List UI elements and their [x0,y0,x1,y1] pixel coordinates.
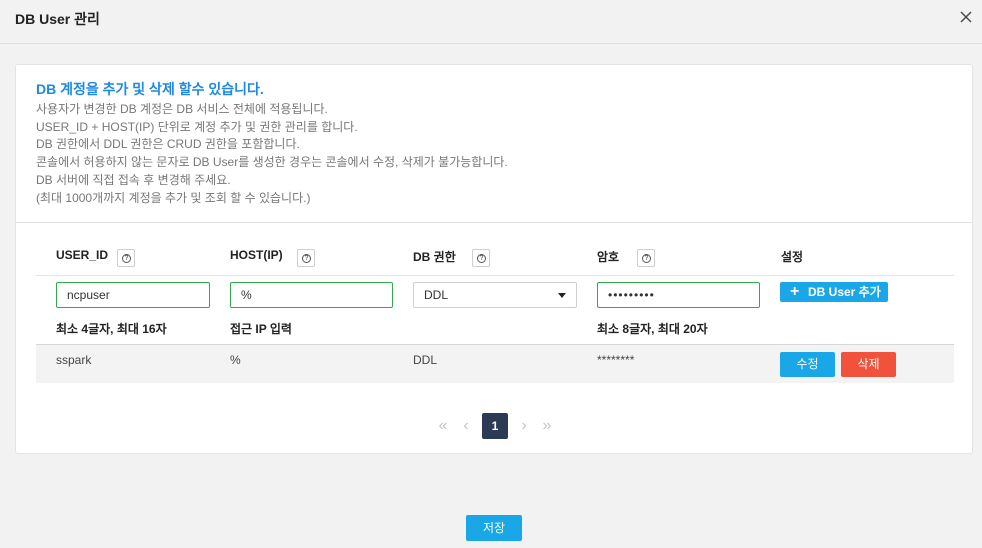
plus-icon: + [790,283,800,300]
header-host: HOST(IP) [230,248,283,262]
edit-button[interactable]: 수정 [780,352,835,377]
row-user-id: sspark [56,353,92,367]
help-glyph: ? [302,254,311,263]
first-page-icon[interactable]: « [436,413,450,439]
notice-line: 콘솔에서 허용하지 않는 문자로 DB User를 생성한 경우는 콘솔에서 수… [36,155,508,170]
row-host: % [230,353,241,367]
notice-line: DB 권한에서 DDL 권한은 CRUD 권한을 포함합니다. [36,137,300,152]
help-icon[interactable]: ? [117,249,135,267]
delete-button[interactable]: 삭제 [841,352,896,377]
help-glyph: ? [642,254,651,263]
add-db-user-button[interactable]: + DB User 추가 [780,282,888,302]
header-settings: 설정 [781,250,804,264]
close-icon[interactable] [958,9,974,25]
user-id-hint: 최소 4글자, 최대 16자 [56,322,167,336]
header-password: 암호 [597,250,620,264]
notice-section: DB 계정을 추가 및 삭제 할수 있습니다. 사용자가 변경한 DB 계정은 … [16,65,972,223]
password-input[interactable]: ••••••••• [597,282,760,308]
notice-line: (최대 1000개까지 계정을 추가 및 조회 할 수 있습니다.) [36,190,311,205]
header-privilege: DB 권한 [413,250,456,264]
help-icon[interactable]: ? [297,249,315,267]
notice-line: USER_ID + HOST(IP) 단위로 계정 추가 및 권한 관리를 합니… [36,119,358,134]
add-db-user-label: DB User 추가 [808,285,881,299]
row-password: ******** [597,353,635,367]
row-privilege: DDL [413,353,438,367]
page-1-button[interactable]: 1 [482,413,508,439]
modal-header: DB User 관리 [0,0,982,44]
privilege-select[interactable]: DDL [413,282,577,308]
password-hint: 최소 8글자, 최대 20자 [597,322,708,336]
help-glyph: ? [122,254,131,263]
header-divider [36,275,954,276]
help-glyph: ? [477,254,486,263]
last-page-icon[interactable]: » [540,413,554,439]
notice-title: DB 계정을 추가 및 삭제 할수 있습니다. [36,81,264,97]
help-icon[interactable]: ? [472,249,490,267]
next-page-icon[interactable]: › [517,413,531,439]
notice-lines: 사용자가 변경한 DB 계정은 DB 서비스 전체에 적용됩니다. USER_I… [36,101,508,207]
db-user-card: DB 계정을 추가 및 삭제 할수 있습니다. 사용자가 변경한 DB 계정은 … [15,64,973,454]
privilege-select-value: DDL [424,288,449,302]
user-id-input[interactable]: ncpuser [56,282,210,308]
help-icon[interactable]: ? [637,249,655,267]
notice-line: 사용자가 변경한 DB 계정은 DB 서비스 전체에 적용됩니다. [36,102,328,116]
chevron-down-icon [558,293,566,298]
notice-line: DB 서버에 직접 접속 후 변경해 주세요. [36,172,231,187]
save-button[interactable]: 저장 [466,515,522,541]
modal-title: DB User 관리 [15,11,100,27]
host-input[interactable]: % [230,282,393,308]
header-user-id: USER_ID [56,248,109,262]
prev-page-icon[interactable]: ‹ [459,413,473,439]
host-hint: 접근 IP 입력 [230,322,292,336]
